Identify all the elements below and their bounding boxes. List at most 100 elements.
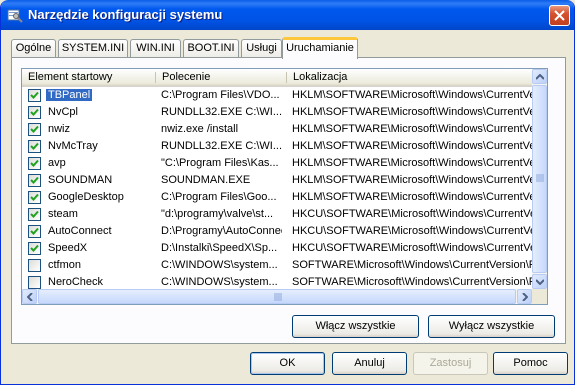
enable-all-button[interactable]: Włącz wszystkie [292, 315, 419, 338]
cell-command: RUNDLL32.EXE C:\WI... [161, 140, 282, 152]
table-row[interactable]: steam "d:\programy\valve\st... HKCU\SOFTWA… [22, 206, 532, 223]
checkmark-icon [30, 108, 39, 116]
checkmark-icon [30, 210, 39, 218]
tab-services[interactable]: Usługi [241, 39, 282, 58]
startup-item-checkbox[interactable] [28, 157, 41, 170]
cell-startup-item: avp [46, 155, 156, 172]
cell-location: HKLM\SOFTWARE\Microsoft\Windows\CurrentV… [292, 123, 532, 135]
cell-command: D:\Instalki\SpeedX\Sp... [161, 242, 278, 254]
startup-item-checkbox[interactable] [28, 89, 41, 102]
arrow-left-icon [27, 293, 33, 301]
cell-command: SOUNDMAN.EXE [161, 174, 251, 186]
cell-command: C:\WINDOWS\system... [161, 259, 278, 271]
cell-startup-item: GoogleDesktop [46, 189, 156, 206]
tab-startup[interactable]: Uruchamianie [282, 37, 358, 59]
column-header-location[interactable]: Lokalizacja [287, 69, 532, 86]
tab-boot-ini[interactable]: BOOT.INI [183, 39, 239, 58]
column-header-command[interactable]: Polecenie [156, 69, 286, 86]
table-row[interactable]: SOUNDMAN SOUNDMAN.EXE HKLM\SOFTWARE\Micros… [22, 172, 532, 189]
checkmark-icon [30, 244, 39, 252]
title-bar[interactable]: Narzędzie konfiguracji systemu [1, 0, 574, 30]
scroll-down-button[interactable] [532, 274, 547, 289]
table-row[interactable]: avp "C:\Program Files\Kas... HKLM\SOFTWARE… [22, 155, 532, 172]
checkmark-icon [30, 159, 39, 167]
startup-item-checkbox[interactable] [28, 174, 41, 187]
cell-startup-item: nwiz [46, 121, 156, 138]
disable-all-button[interactable]: Wyłącz wszystkie [428, 315, 555, 338]
arrow-up-icon [536, 74, 544, 80]
checkmark-icon [30, 193, 39, 201]
cell-command: RUNDLL32.EXE C:\WI... [161, 106, 282, 118]
cell-command: "C:\Program Files\Kas... [161, 157, 279, 169]
cell-command: "d:\programy\valve\st... [161, 208, 274, 220]
startup-item-name: AutoConnect [48, 225, 112, 237]
cell-startup-item: ctfmon [46, 257, 156, 274]
cell-command: D:\Programy\AutoConnect... [161, 225, 282, 237]
close-icon [554, 10, 565, 21]
horizontal-scrollbar[interactable] [22, 289, 532, 304]
tab-general[interactable]: Ogólne [11, 39, 56, 58]
table-row[interactable]: NvMcTray RUNDLL32.EXE C:\WI... HKLM\SOFTWA… [22, 138, 532, 155]
table-row[interactable]: TBPanel C:\Program Files\VDO... HKLM\SOFTW… [22, 87, 532, 104]
startup-tab-panel: Element startowy Polecenie Lokalizacja T… [11, 57, 566, 344]
table-row[interactable]: AutoConnect D:\Programy\AutoConnect... HKC… [22, 223, 532, 240]
window-title: Narzędzie konfiguracji systemu [28, 7, 223, 22]
checkmark-icon [30, 125, 39, 133]
cancel-button[interactable]: Anuluj [332, 352, 407, 375]
scroll-left-button[interactable] [22, 289, 37, 304]
scroll-right-button[interactable] [517, 289, 532, 304]
startup-item-name: SpeedX [48, 242, 88, 254]
startup-item-checkbox[interactable] [28, 242, 41, 255]
checkmark-icon [30, 227, 39, 235]
startup-item-checkbox[interactable] [28, 259, 41, 272]
cell-startup-item: AutoConnect [46, 223, 156, 240]
scrollbar-corner [532, 289, 547, 304]
msconfig-icon [7, 9, 23, 23]
arrow-right-icon [522, 293, 528, 301]
cell-startup-item: steam [46, 206, 156, 223]
startup-item-checkbox[interactable] [28, 225, 41, 238]
startup-item-name: nwiz [48, 123, 71, 135]
cell-location: HKCU\SOFTWARE\Microsoft\Windows\CurrentV… [292, 225, 532, 237]
checkmark-icon [30, 176, 39, 184]
cell-location: HKLM\SOFTWARE\Microsoft\Windows\CurrentV… [292, 106, 532, 118]
tab-system-ini[interactable]: SYSTEM.INI [58, 39, 128, 58]
startup-item-checkbox[interactable] [28, 106, 41, 119]
table-row[interactable]: NvCpl RUNDLL32.EXE C:\WI... HKLM\SOFTWARE\… [22, 104, 532, 121]
table-row[interactable]: ctfmon C:\WINDOWS\system... SOFTWARE\Micro… [22, 257, 532, 274]
startup-item-name: GoogleDesktop [48, 191, 124, 203]
startup-item-checkbox[interactable] [28, 208, 41, 221]
cell-startup-item: NvMcTray [46, 138, 156, 155]
column-header-startup-item[interactable]: Element startowy [22, 69, 155, 86]
cell-startup-item: TBPanel [46, 87, 156, 104]
apply-button[interactable]: Zastosuj [413, 352, 488, 375]
ok-button[interactable]: OK [250, 352, 325, 375]
cell-startup-item: NvCpl [46, 104, 156, 121]
cell-command: C:\Program Files\Goo... [161, 191, 277, 203]
cell-location: HKLM\SOFTWARE\Microsoft\Windows\CurrentV… [292, 89, 532, 101]
startup-item-name: steam [48, 208, 78, 220]
cell-location: HKLM\SOFTWARE\Microsoft\Windows\CurrentV… [292, 191, 532, 203]
tab-win-ini[interactable]: WIN.INI [130, 39, 181, 58]
startup-item-name: SOUNDMAN [48, 174, 113, 186]
startup-item-checkbox[interactable] [28, 123, 41, 136]
close-button[interactable] [549, 5, 570, 26]
startup-item-checkbox[interactable] [28, 276, 41, 289]
cell-location: HKLM\SOFTWARE\Microsoft\Windows\CurrentV… [292, 157, 532, 169]
help-button[interactable]: Pomoc [493, 352, 568, 375]
vertical-scroll-thumb[interactable] [532, 85, 547, 273]
startup-items-list[interactable]: Element startowy Polecenie Lokalizacja T… [21, 68, 548, 305]
checkmark-icon [30, 91, 39, 99]
table-row[interactable]: GoogleDesktop C:\Program Files\Goo... HKLM… [22, 189, 532, 206]
arrow-down-icon [536, 279, 544, 285]
startup-item-name: ctfmon [48, 259, 82, 271]
horizontal-scroll-thumb[interactable] [38, 289, 516, 304]
startup-item-checkbox[interactable] [28, 140, 41, 153]
scroll-up-button[interactable] [532, 69, 547, 84]
startup-item-checkbox[interactable] [28, 191, 41, 204]
cell-location: HKCU\SOFTWARE\Microsoft\Windows\CurrentV… [292, 208, 532, 220]
vertical-scrollbar[interactable] [532, 69, 547, 289]
table-row[interactable]: SpeedX D:\Instalki\SpeedX\Sp... HKCU\SOFTW… [22, 240, 532, 257]
cell-startup-item: SOUNDMAN [46, 172, 156, 189]
table-row[interactable]: nwiz nwiz.exe /install HKLM\SOFTWARE\Micro… [22, 121, 532, 138]
